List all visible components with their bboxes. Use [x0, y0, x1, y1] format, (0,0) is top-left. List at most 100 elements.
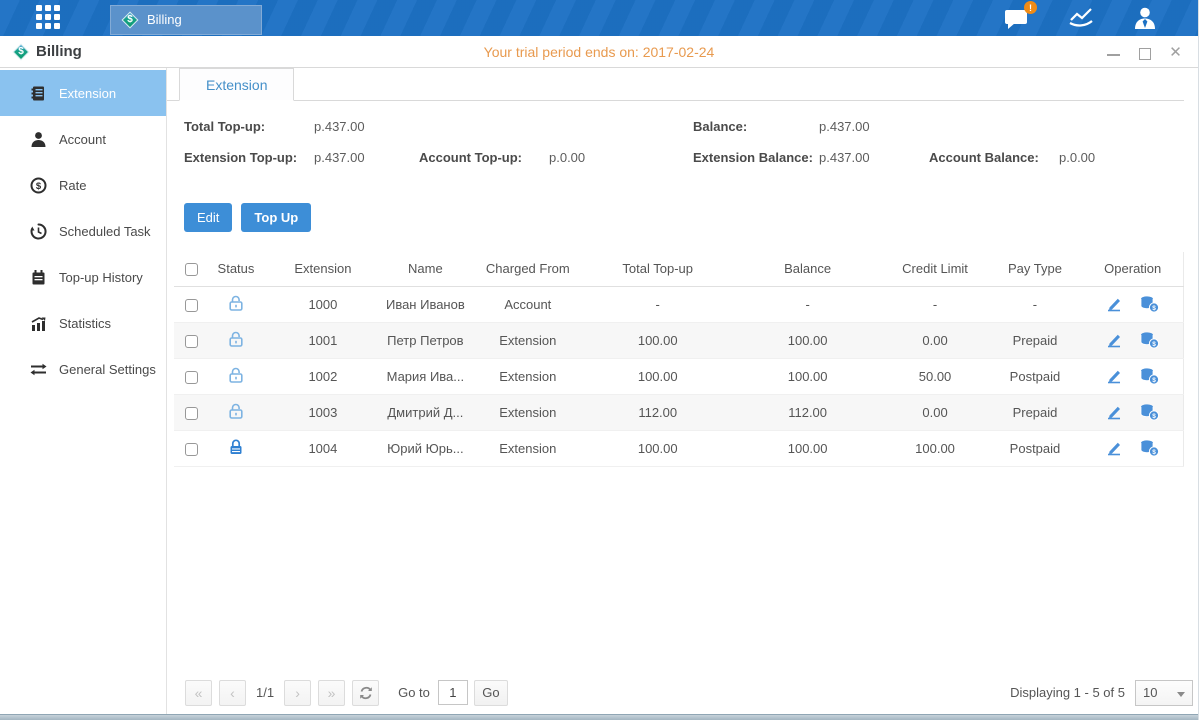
next-page-button[interactable]: › [284, 680, 311, 706]
sidebar-item-account[interactable]: Account [0, 116, 166, 162]
cell-credit-limit: 100.00 [883, 430, 988, 466]
row-checkbox[interactable] [185, 335, 198, 348]
cell-balance: 100.00 [733, 358, 883, 394]
svg-text:$: $ [1152, 449, 1156, 456]
trial-notice: Your trial period ends on: 2017-02-24 [0, 44, 1198, 60]
prev-page-button[interactable]: ‹ [219, 680, 246, 706]
topup-row-icon[interactable]: $ [1139, 295, 1160, 313]
refresh-button[interactable] [352, 680, 379, 706]
sidebar-item-topup-history[interactable]: Top-up History [0, 254, 166, 300]
notification-badge: ! [1024, 1, 1037, 14]
cell-charged-from: Account [473, 286, 583, 322]
sidebar-item-extension[interactable]: Extension [0, 70, 166, 116]
pagination-bar: « ‹ 1/1 › » Go to Go Displaying [185, 679, 1193, 706]
cell-charged-from: Extension [473, 394, 583, 430]
goto-label: Go to [398, 685, 430, 700]
cell-total-topup: 112.00 [583, 394, 733, 430]
svg-text:$: $ [36, 181, 42, 192]
history-clock-icon [30, 223, 47, 240]
cell-extension: 1003 [268, 394, 378, 430]
table-row: 1004 Юрий Юрь... Extension 100.00 100.00… [174, 430, 1184, 466]
cell-extension: 1002 [268, 358, 378, 394]
page-size-select[interactable]: 10 [1135, 680, 1193, 706]
main-area: Extension Account $ Rate [0, 68, 1198, 714]
cell-pay-type: Prepaid [988, 394, 1083, 430]
row-checkbox[interactable] [185, 407, 198, 420]
unlocked-icon [227, 366, 245, 384]
edit-row-icon[interactable] [1105, 295, 1123, 313]
edit-row-icon[interactable] [1105, 439, 1123, 457]
cell-pay-type: Postpaid [988, 430, 1083, 466]
topup-row-icon[interactable]: $ [1139, 367, 1160, 385]
cell-charged-from: Extension [473, 358, 583, 394]
table-header-row: Status Extension Name Charged From Total… [174, 252, 1184, 286]
header-total-topup: Total Top-up [583, 252, 733, 286]
ledger-icon [30, 85, 47, 102]
close-icon[interactable]: ✕ [1169, 46, 1182, 59]
taskbar-tab-billing[interactable]: $ Billing [110, 5, 262, 35]
svg-text:$: $ [1152, 305, 1156, 312]
extension-panel: Extension Total Top-up: p.437.00 Balance… [167, 68, 1184, 467]
tab-strip: Extension [167, 68, 1184, 101]
topup-row-icon[interactable]: $ [1139, 439, 1160, 457]
billing-window: $ Billing ! [0, 0, 1199, 720]
topup-row-icon[interactable]: $ [1139, 403, 1160, 421]
summary-row-2: Extension Top-up: p.437.00 Account Top-u… [167, 142, 1184, 173]
topup-row-icon[interactable]: $ [1139, 331, 1160, 349]
first-page-button[interactable]: « [185, 680, 212, 706]
row-checkbox[interactable] [185, 299, 198, 312]
sidebar-item-general-settings[interactable]: General Settings [0, 346, 166, 392]
sidebar-item-label: Extension [59, 86, 116, 101]
sidebar-item-statistics[interactable]: Statistics [0, 300, 166, 346]
statistics-chart-icon[interactable] [1068, 6, 1094, 30]
window-titlebar: $ Billing Your trial period ends on: 201… [0, 36, 1198, 68]
maximize-icon[interactable] [1138, 46, 1151, 59]
user-account-icon[interactable] [1132, 6, 1158, 30]
tab-extension[interactable]: Extension [179, 68, 294, 101]
edit-button[interactable]: Edit [184, 203, 232, 232]
messages-icon[interactable]: ! [1004, 6, 1030, 30]
cell-charged-from: Extension [473, 430, 583, 466]
sidebar-item-label: Statistics [59, 316, 111, 331]
extension-balance-value: p.437.00 [819, 150, 870, 165]
locked-icon [227, 438, 245, 456]
header-extension: Extension [268, 252, 378, 286]
row-checkbox[interactable] [185, 443, 198, 456]
header-operation: Operation [1082, 252, 1183, 286]
table-row: 1001 Петр Петров Extension 100.00 100.00… [174, 322, 1184, 358]
growth-chart-icon [30, 315, 47, 332]
cell-credit-limit: 0.00 [883, 322, 988, 358]
table-row: 1003 Дмитрий Д... Extension 112.00 112.0… [174, 394, 1184, 430]
edit-row-icon[interactable] [1105, 367, 1123, 385]
billing-diamond-icon: $ [12, 43, 30, 61]
cell-charged-from: Extension [473, 322, 583, 358]
edit-row-icon[interactable] [1105, 331, 1123, 349]
goto-page-input[interactable] [438, 680, 468, 705]
table-row: 1000 Иван Иванов Account - - - - $ [174, 286, 1184, 322]
cell-total-topup: 100.00 [583, 430, 733, 466]
sidebar: Extension Account $ Rate [0, 68, 167, 714]
window-title: Billing [36, 43, 82, 60]
sidebar-item-label: Top-up History [59, 270, 143, 285]
edit-row-icon[interactable] [1105, 403, 1123, 421]
app-launcher-icon[interactable] [36, 5, 64, 31]
unlocked-icon [227, 402, 245, 420]
sidebar-item-scheduled-task[interactable]: Scheduled Task [0, 208, 166, 254]
minimize-icon[interactable] [1107, 46, 1120, 59]
sidebar-item-label: Account [59, 132, 106, 147]
cell-total-topup: 100.00 [583, 322, 733, 358]
go-button[interactable]: Go [474, 680, 508, 706]
cell-balance: 112.00 [733, 394, 883, 430]
sidebar-item-rate[interactable]: $ Rate [0, 162, 166, 208]
table-row: 1002 Мария Ива... Extension 100.00 100.0… [174, 358, 1184, 394]
last-page-button[interactable]: » [318, 680, 345, 706]
displaying-text: Displaying 1 - 5 of 5 [1010, 685, 1125, 700]
unlocked-icon [227, 330, 245, 348]
select-all-checkbox[interactable] [185, 263, 198, 276]
window-bottom-edge [0, 714, 1198, 720]
content-area: Extension Total Top-up: p.437.00 Balance… [167, 68, 1198, 714]
row-checkbox[interactable] [185, 371, 198, 384]
topup-button[interactable]: Top Up [241, 203, 311, 232]
cell-pay-type: - [988, 286, 1083, 322]
balance-value: p.437.00 [819, 119, 870, 134]
